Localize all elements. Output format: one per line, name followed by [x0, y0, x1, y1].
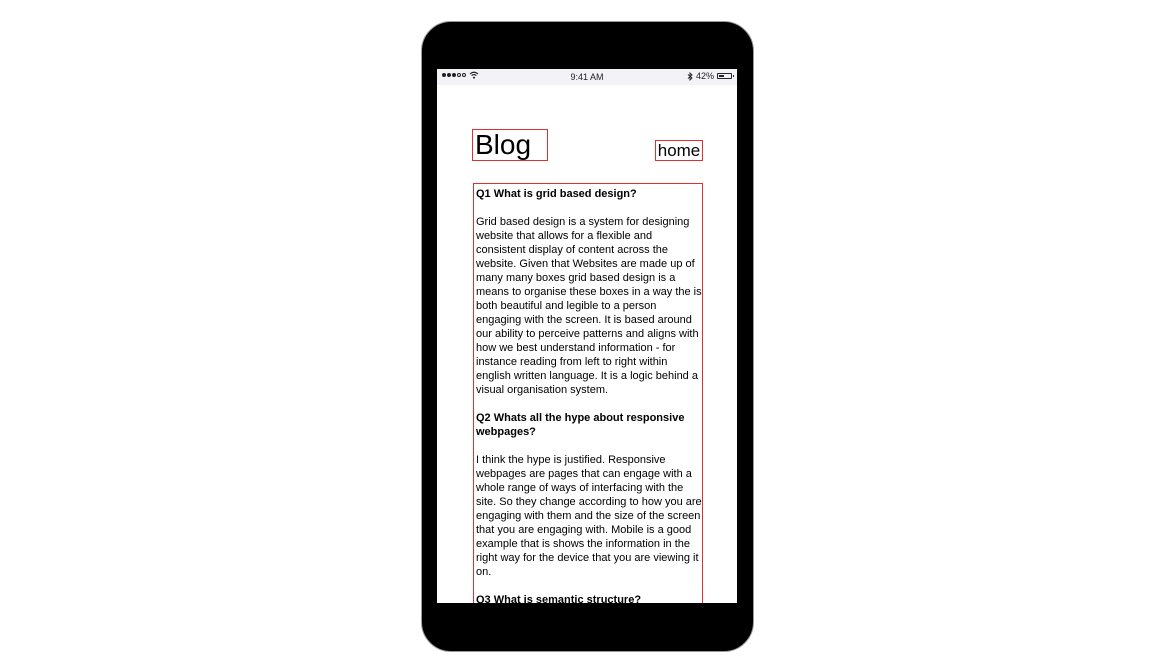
home-link[interactable]: home — [655, 140, 703, 161]
page-title: Blog — [472, 129, 548, 161]
blog-content[interactable]: Q1 What is grid based design? Grid based… — [473, 183, 703, 603]
article-question: Q1 What is grid based design? — [476, 188, 637, 200]
article: Q1 What is grid based design? Grid based… — [476, 187, 702, 397]
bluetooth-icon — [687, 71, 693, 81]
battery-percentage: 42% — [695, 71, 714, 81]
status-bar: 9:41 AM 42% — [437, 69, 737, 85]
battery-icon — [717, 73, 734, 79]
article-answer: I think the hype is justified. Responsiv… — [476, 454, 702, 578]
article-question: Q3 What is semantic structure? — [476, 594, 642, 603]
article-question: Q2 Whats all the hype about responsive w… — [476, 412, 685, 438]
status-right: 42% — [687, 71, 734, 81]
article: Q3 What is semantic structure? — [476, 593, 702, 603]
article-answer: Grid based design is a system for design… — [476, 216, 702, 396]
article: Q2 Whats all the hype about responsive w… — [476, 411, 702, 579]
phone-screen: 9:41 AM 42% Blog home Q1 What is grid ba… — [437, 69, 737, 603]
